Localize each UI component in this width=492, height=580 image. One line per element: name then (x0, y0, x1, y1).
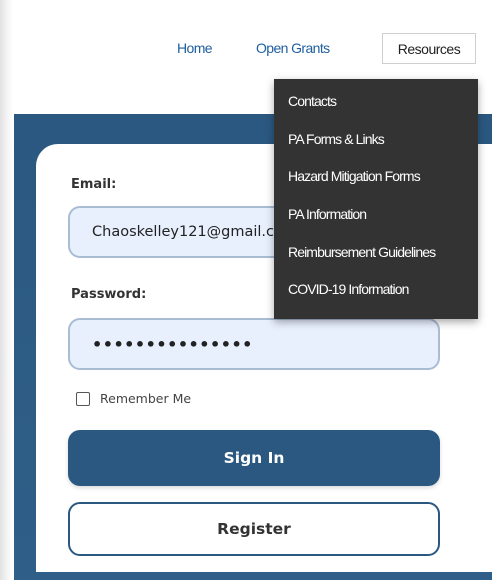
bottom-band-edge (14, 572, 492, 580)
register-button[interactable]: Register (68, 502, 440, 556)
password-label: Password: (71, 287, 147, 302)
menu-item-reimbursement-guidelines[interactable]: Reimbursement Guidelines (288, 244, 436, 260)
email-value: Chaoskelley121@gmail.com (92, 224, 298, 240)
register-label: Register (217, 520, 291, 538)
remember-me-checkbox[interactable] (76, 391, 90, 406)
menu-item-contacts[interactable]: Contacts (288, 93, 337, 109)
menu-item-pa-forms-links[interactable]: PA Forms & Links (288, 131, 385, 147)
nav-resources-button[interactable]: Resources (382, 33, 476, 64)
password-mask: ••••••••••••••• (92, 334, 253, 354)
remember-me-row: Remember Me (76, 391, 191, 406)
password-field[interactable]: ••••••••••••••• (68, 318, 440, 370)
menu-item-pa-information[interactable]: PA Information (288, 206, 367, 222)
menu-item-covid-19-information[interactable]: COVID-19 Information (288, 281, 409, 297)
sign-in-label: Sign In (223, 449, 285, 467)
page-left-shadow (0, 0, 14, 580)
sign-in-button[interactable]: Sign In (68, 430, 440, 486)
menu-item-hazard-mitigation-forms[interactable]: Hazard Mitigation Forms (288, 168, 421, 184)
email-label: Email: (71, 177, 117, 192)
nav-open-grants-link[interactable]: Open Grants (256, 40, 330, 56)
nav-resources-label: Resources (397, 40, 461, 57)
resources-dropdown-menu: Contacts PA Forms & Links Hazard Mitigat… (274, 79, 478, 319)
nav-home-link[interactable]: Home (177, 40, 213, 56)
remember-me-label: Remember Me (100, 391, 192, 406)
